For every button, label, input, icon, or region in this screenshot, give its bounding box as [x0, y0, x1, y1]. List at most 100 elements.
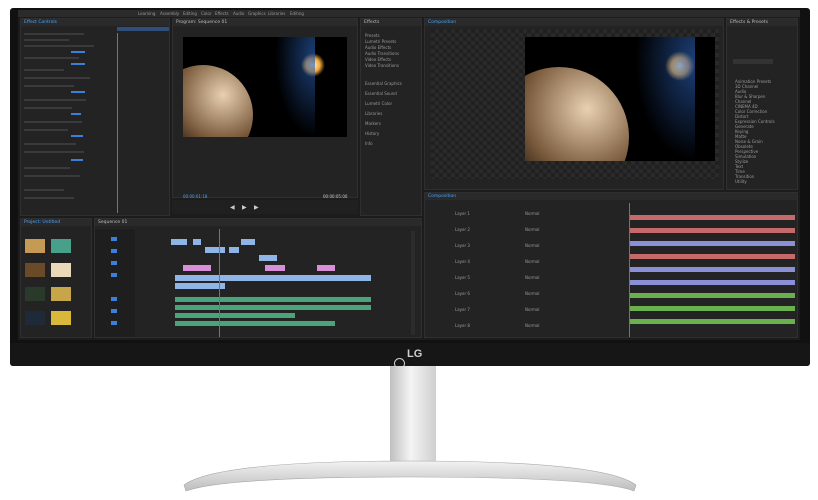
track-toggle[interactable] — [111, 309, 117, 313]
graphic-clip[interactable] — [183, 265, 211, 271]
preset-item[interactable]: Utility — [735, 179, 747, 184]
layer-name[interactable]: Layer 4 — [455, 259, 470, 264]
search-input[interactable] — [733, 59, 773, 64]
media-thumbnail[interactable] — [51, 287, 71, 301]
property-value[interactable] — [71, 91, 85, 93]
tab-project[interactable]: Project: Untitled — [21, 219, 91, 226]
audio-clip[interactable] — [175, 321, 335, 326]
menu-item[interactable]: Editing — [290, 11, 304, 16]
program-viewer[interactable] — [183, 37, 347, 137]
media-thumbnail[interactable] — [25, 287, 45, 301]
layer-name[interactable]: Layer 1 — [455, 211, 470, 216]
effects-item[interactable]: Presets — [365, 33, 380, 38]
layer-mode[interactable]: Normal — [525, 259, 539, 264]
layer-duration-bar[interactable] — [629, 280, 795, 285]
property-value[interactable] — [71, 51, 85, 53]
tab-composition[interactable]: Composition — [425, 19, 723, 26]
track-toggle[interactable] — [111, 237, 117, 241]
layer-name[interactable]: Layer 6 — [455, 291, 470, 296]
property-value[interactable] — [71, 159, 83, 161]
audio-clip[interactable] — [175, 297, 371, 302]
layer-name[interactable]: Layer 5 — [455, 275, 470, 280]
tab-ae-timeline[interactable]: Composition — [425, 193, 797, 200]
layer-mode[interactable]: Normal — [525, 275, 539, 280]
layer-name[interactable]: Layer 2 — [455, 227, 470, 232]
effects-item[interactable]: Video Effects — [365, 57, 391, 62]
menu-item[interactable]: Graphics — [248, 11, 266, 16]
ae-playhead[interactable] — [629, 203, 630, 337]
layer-mode[interactable]: Normal — [525, 323, 539, 328]
layer-name[interactable]: Layer 3 — [455, 243, 470, 248]
tab-effects-presets[interactable]: Effects & Presets — [727, 19, 797, 26]
menu-item[interactable]: Learning — [138, 11, 155, 16]
menu-item[interactable]: Color — [201, 11, 211, 16]
layer-mode[interactable]: Normal — [525, 211, 539, 216]
menu-item[interactable]: Effects — [215, 11, 229, 16]
video-clip[interactable] — [259, 255, 277, 261]
video-clip[interactable] — [241, 239, 255, 245]
media-thumbnail[interactable] — [51, 263, 71, 277]
track-toggle[interactable] — [111, 249, 117, 253]
media-thumbnail[interactable] — [25, 263, 45, 277]
audio-clip[interactable] — [175, 313, 295, 318]
menu-item[interactable]: Libraries — [268, 11, 285, 16]
media-thumbnail[interactable] — [51, 311, 71, 325]
layer-duration-bar[interactable] — [629, 254, 795, 259]
effects-item[interactable]: Lumetri Presets — [365, 39, 396, 44]
layer-name[interactable]: Layer 7 — [455, 307, 470, 312]
media-thumbnail[interactable] — [25, 311, 45, 325]
video-clip[interactable] — [175, 283, 225, 289]
track-toggle[interactable] — [111, 261, 117, 265]
timeline-playhead[interactable] — [219, 229, 220, 337]
menu-item[interactable]: Assembly — [160, 11, 179, 16]
property-value[interactable] — [71, 113, 81, 115]
graphic-clip[interactable] — [265, 265, 285, 271]
menu-item[interactable]: Audio — [233, 11, 244, 16]
tab-effects[interactable]: Effects — [361, 19, 421, 26]
media-thumbnail[interactable] — [51, 239, 71, 253]
layer-duration-bar[interactable] — [629, 241, 795, 246]
tab-program[interactable]: Program: Sequence 01 — [173, 19, 357, 26]
step-forward-icon[interactable]: ▶ — [254, 204, 259, 211]
step-back-icon[interactable]: ◀ — [230, 204, 235, 211]
tab-effect-controls[interactable]: Effect Controls — [21, 19, 169, 26]
property-value[interactable] — [71, 63, 85, 65]
track-toggle[interactable] — [111, 321, 117, 325]
menu-item[interactable]: Editing — [183, 11, 197, 16]
video-clip[interactable] — [175, 275, 371, 281]
effects-section[interactable]: Markers — [365, 121, 381, 126]
video-clip[interactable] — [171, 239, 187, 245]
layer-duration-bar[interactable] — [629, 293, 795, 298]
effects-section[interactable]: Essential Sound — [365, 91, 397, 96]
layer-mode[interactable]: Normal — [525, 227, 539, 232]
layer-mode[interactable]: Normal — [525, 307, 539, 312]
track-toggle[interactable] — [111, 297, 117, 301]
layer-name[interactable]: Layer 8 — [455, 323, 470, 328]
track-toggle[interactable] — [111, 273, 117, 277]
effects-section[interactable]: Info — [365, 141, 373, 146]
audio-clip[interactable] — [175, 305, 371, 310]
comp-viewer[interactable] — [525, 37, 715, 161]
graphic-clip[interactable] — [317, 265, 335, 271]
effects-item[interactable]: Video Transitions — [365, 63, 399, 68]
tab-timeline[interactable]: Sequence 01 — [95, 219, 421, 226]
property-value[interactable] — [71, 135, 83, 137]
source-tab-strip[interactable] — [117, 27, 169, 31]
layer-duration-bar[interactable] — [629, 267, 795, 272]
effects-item[interactable]: Audio Transitions — [365, 51, 399, 56]
comp-canvas[interactable] — [431, 29, 719, 179]
effects-section[interactable]: Libraries — [365, 111, 382, 116]
layer-duration-bar[interactable] — [629, 215, 795, 220]
video-clip[interactable] — [193, 239, 201, 245]
media-thumbnail[interactable] — [25, 239, 45, 253]
layer-mode[interactable]: Normal — [525, 291, 539, 296]
layer-duration-bar[interactable] — [629, 306, 795, 311]
layer-duration-bar[interactable] — [629, 228, 795, 233]
layer-duration-bar[interactable] — [629, 319, 795, 324]
layer-mode[interactable]: Normal — [525, 243, 539, 248]
effects-section[interactable]: History — [365, 131, 379, 136]
effects-item[interactable]: Audio Effects — [365, 45, 391, 50]
video-clip[interactable] — [229, 247, 239, 253]
play-icon[interactable]: ▶ — [242, 204, 247, 211]
effects-section[interactable]: Essential Graphics — [365, 81, 402, 86]
